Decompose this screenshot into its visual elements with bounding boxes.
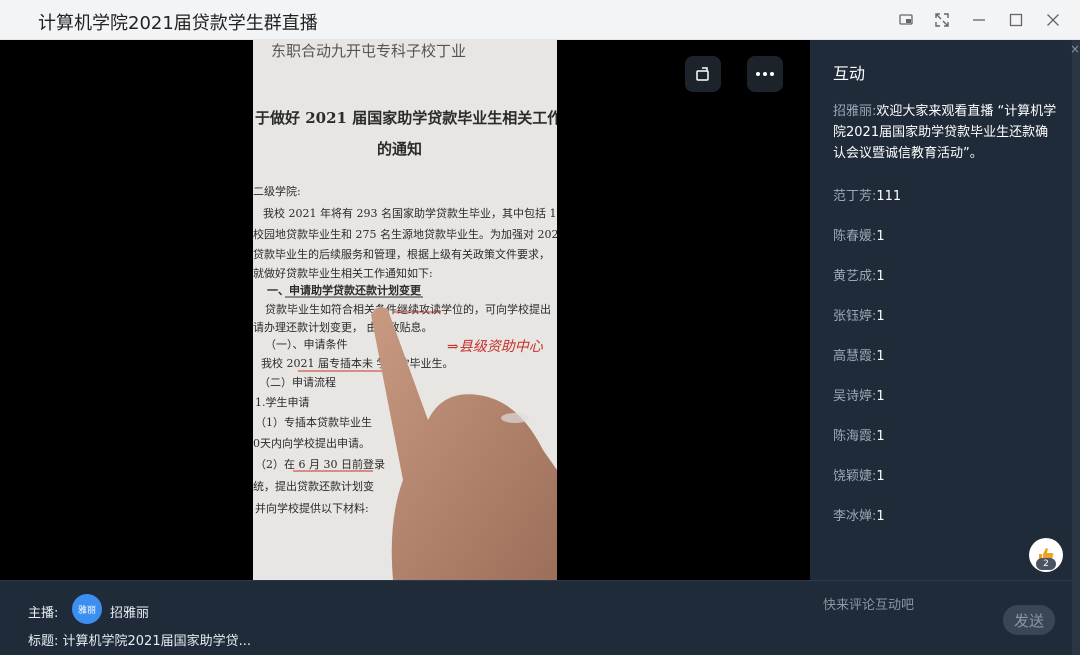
- rotate-icon: [696, 67, 709, 81]
- window-title: 计算机学院2021届贷款学生群直播: [38, 13, 318, 34]
- chat-message: 吴诗婷:1: [833, 386, 1058, 407]
- chat-sender: 黄艺成:: [833, 269, 877, 284]
- comment-input[interactable]: [823, 595, 993, 615]
- minimize-button[interactable]: [967, 8, 991, 32]
- chat-sender: 张钰婷:: [833, 309, 877, 324]
- chat-sender: 陈海霞:: [833, 429, 877, 444]
- chat-sender: 陈春媛:: [833, 229, 877, 244]
- live-video[interactable]: 东职合动九开屯专科子校丁业 于做好 2021 届国家助学贷款毕业生相关工作 的通…: [0, 40, 810, 580]
- send-button[interactable]: 发送: [1003, 605, 1055, 635]
- chat-message: 范丁芳:111: [833, 186, 1058, 207]
- stream-subject: 标题: 计算机学院2021届国家助学贷...: [28, 634, 251, 649]
- chat-text: 1: [876, 389, 885, 404]
- chat-sender: 招雅丽:: [833, 104, 877, 119]
- finger-overlay: [371, 306, 557, 580]
- chat-text: 1: [876, 309, 885, 324]
- chat-sender: 高慧霞:: [833, 349, 877, 364]
- chat-text: 1: [876, 469, 885, 484]
- more-icon: [756, 72, 774, 76]
- chat-message: 招雅丽:欢迎大家来观看直播 “计算机学院2021届国家助学贷款毕业生还款确认会议…: [833, 101, 1058, 164]
- chat-message: 高慧霞:1: [833, 346, 1058, 367]
- expand-icon: [935, 13, 949, 27]
- title-bar: 计算机学院2021届贷款学生群直播: [0, 0, 1080, 40]
- chat-sender: 范丁芳:: [833, 189, 877, 204]
- chat-text: 111: [876, 189, 902, 204]
- stream-info: 主播: 雅丽 招雅丽 标题: 计算机学院2021届国家助学贷...: [0, 580, 810, 655]
- chat-message: 陈春媛:1: [833, 226, 1058, 247]
- comment-area: 发送: [810, 580, 1072, 655]
- chat-text: 1: [876, 509, 885, 524]
- document-frame: 东职合动九开屯专科子校丁业 于做好 2021 届国家助学贷款毕业生相关工作 的通…: [253, 40, 557, 580]
- chat-message: 张钰婷:1: [833, 306, 1058, 327]
- like-count: 2: [1036, 558, 1056, 570]
- pip-icon: [899, 14, 913, 25]
- chat-sender: 饶颖婕:: [833, 469, 877, 484]
- maximize-icon: [1009, 13, 1023, 27]
- chat-text: 1: [876, 269, 885, 284]
- more-button[interactable]: [747, 56, 783, 92]
- avatar[interactable]: 雅丽: [72, 594, 102, 624]
- chat-sender: 吴诗婷:: [833, 389, 877, 404]
- chat-message: 黄艺成:1: [833, 266, 1058, 287]
- scrollbar[interactable]: [1072, 40, 1080, 655]
- chat-sender: 李冰婵:: [833, 509, 877, 524]
- interaction-panel: 互动 招雅丽:欢迎大家来观看直播 “计算机学院2021届国家助学贷款毕业生还款确…: [810, 40, 1072, 580]
- chat-text: 1: [876, 429, 885, 444]
- pip-button[interactable]: [894, 8, 918, 32]
- chat-message: 李冰婵:1: [833, 506, 1058, 527]
- panel-title: 互动: [833, 64, 866, 83]
- close-icon: [1047, 14, 1059, 26]
- chat-message: 陈海霞:1: [833, 426, 1058, 447]
- fullscreen-button[interactable]: [930, 8, 954, 32]
- chat-text: 1: [876, 229, 885, 244]
- chat-text: 1: [876, 349, 885, 364]
- rotate-button[interactable]: [685, 56, 721, 92]
- panel-close-icon[interactable]: ×: [1070, 42, 1080, 56]
- host-name: 招雅丽: [110, 606, 150, 621]
- minimize-icon: [973, 19, 985, 21]
- chat-message: 饶颖婕:1: [833, 466, 1058, 487]
- close-button[interactable]: [1041, 8, 1065, 32]
- maximize-button[interactable]: [1004, 8, 1028, 32]
- host-label: 主播:: [28, 606, 59, 621]
